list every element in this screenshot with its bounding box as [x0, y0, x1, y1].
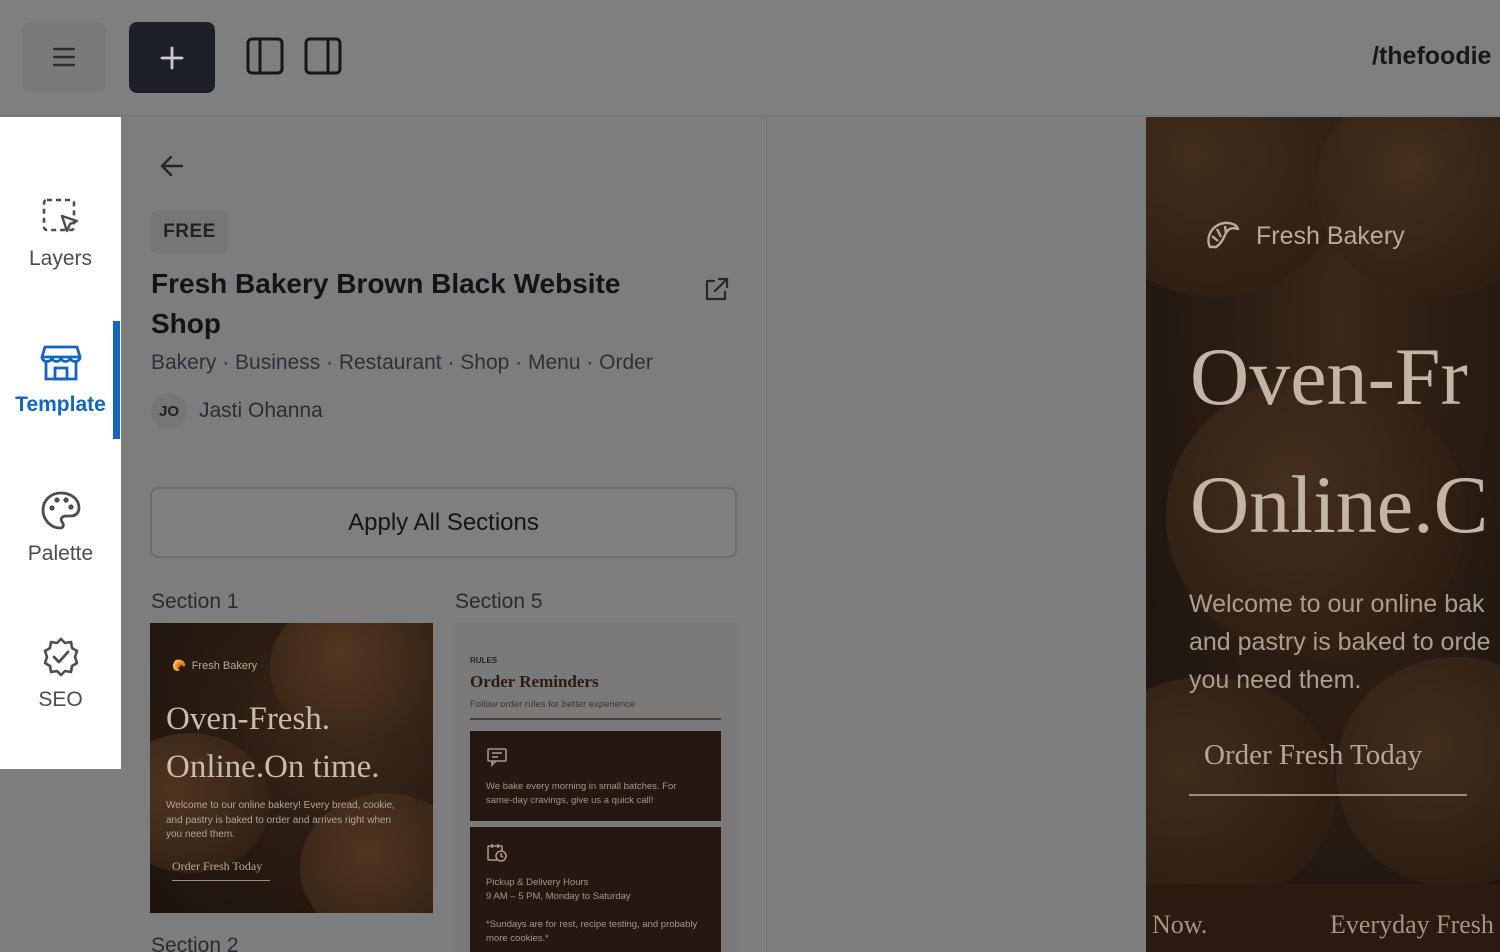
preview-brand-label: Fresh Bakery [1256, 221, 1405, 250]
template-panel: FREE Fresh Bakery Brown Black Website Sh… [121, 117, 767, 952]
divider [470, 718, 721, 720]
back-arrow-icon[interactable] [159, 153, 185, 179]
preview-headline-line-2: Online.C [1190, 459, 1489, 550]
rail-active-indicator [113, 321, 120, 439]
preview-cta-link[interactable]: Order Fresh Today [1189, 739, 1467, 796]
croissant-icon [1207, 221, 1240, 249]
left-rail: Layers Template Palette SEO [0, 117, 121, 769]
section-label: Section 5 [455, 590, 543, 613]
template-author: JO Jasti Ohanna [151, 393, 323, 429]
template-tags: Bakery · Business · Restaurant · Shop · … [151, 351, 653, 374]
thumb-cta: Order Fresh Today [172, 859, 270, 881]
section-label: Section 2 [151, 934, 239, 952]
thumb-headline-line-1: Oven-Fresh. [166, 701, 331, 737]
preview-body-line-2: and pastry is baked to orde [1189, 628, 1491, 656]
add-element-button[interactable] [129, 22, 215, 93]
preview-body-line-3: you need them. [1189, 666, 1362, 694]
external-link-icon[interactable] [702, 276, 730, 304]
thumb-headline: Oven-Fresh. Online.On time. [166, 695, 380, 791]
layers-select-icon [42, 198, 78, 233]
rail-item-template[interactable]: Template [0, 321, 121, 439]
calendar-clock-icon [487, 844, 507, 862]
top-toolbar: /thefoodie [0, 0, 1500, 116]
preview-body: Welcome to our online bak and pastry is … [1189, 585, 1500, 699]
rail-item-palette[interactable]: Palette [0, 469, 121, 587]
section-label: Section 1 [151, 590, 239, 613]
ticker-text: Everyday Fresh [1330, 910, 1494, 939]
site-preview[interactable]: Fresh Bakery Oven-Fr Online.C Welcome to… [1146, 117, 1500, 952]
panel-right-icon[interactable] [304, 37, 342, 75]
editor-canvas[interactable] [767, 117, 1146, 952]
croissant-icon: 🥐 [172, 660, 186, 672]
rail-item-layers[interactable]: Layers [0, 175, 121, 293]
thumb-subtitle: Follow order rules for better experience [470, 699, 636, 710]
chat-icon [487, 748, 507, 767]
palette-icon [41, 491, 80, 530]
thumb-brand-label: Fresh Bakery [191, 659, 258, 672]
rail-label-layers: Layers [28, 247, 93, 270]
badge-check-icon [43, 637, 78, 677]
hours-note: *Sundays are for rest, recipe testing, a… [486, 919, 698, 944]
preview-headline: Oven-Fr Online.C [1190, 313, 1488, 569]
preview-brand: Fresh Bakery [1204, 219, 1405, 253]
hamburger-icon [52, 47, 76, 67]
rule-card: We bake every morning in small batches. … [470, 731, 721, 821]
preview-headline-line-1: Oven-Fr [1190, 331, 1468, 422]
thumb-headline-line-2: Online.On time. [166, 749, 380, 785]
apply-all-sections-button[interactable]: Apply All Sections [150, 487, 737, 558]
panel-left-icon[interactable] [246, 37, 284, 75]
rule-card: Pickup & Delivery Hours 9 AM – 5 PM, Mon… [470, 827, 721, 952]
template-title: Fresh Bakery Brown Black Website Shop [151, 268, 621, 339]
rule-text: We bake every morning in small batches. … [486, 781, 677, 806]
rail-label-template: Template [15, 393, 106, 416]
section-5-thumbnail[interactable]: RULES Order Reminders Follow order rules… [454, 623, 737, 952]
menu-button[interactable] [22, 22, 106, 92]
ticker-text: Now. [1152, 910, 1208, 939]
rail-label-palette: Palette [27, 542, 94, 565]
cookie-image [1316, 117, 1500, 297]
thumb-title: Order Reminders [470, 672, 599, 691]
cookie-image [1146, 117, 1346, 297]
hours-title: Pickup & Delivery Hours [486, 877, 589, 888]
rail-item-seo[interactable]: SEO [0, 615, 121, 733]
store-icon [40, 345, 81, 381]
site-path[interactable]: /thefoodie [1372, 42, 1491, 71]
preview-body-line-1: Welcome to our online bak [1189, 590, 1485, 618]
section-1-thumbnail[interactable]: 🥐 Fresh Bakery Oven-Fresh. Online.On tim… [150, 623, 433, 913]
rail-label-seo: SEO [38, 688, 83, 711]
thumb-eyebrow: RULES [470, 656, 498, 665]
author-avatar: JO [151, 393, 187, 429]
thumb-brand: 🥐 Fresh Bakery [172, 659, 258, 673]
hours-value: 9 AM – 5 PM, Monday to Saturday [486, 891, 631, 902]
plus-icon [160, 46, 184, 69]
author-name: Jasti Ohanna [199, 399, 323, 422]
thumb-body: Welcome to our online bakery! Every brea… [166, 800, 395, 840]
preview-ticker: Now. Everyday Fresh [1146, 884, 1500, 952]
price-badge: FREE [151, 210, 228, 254]
